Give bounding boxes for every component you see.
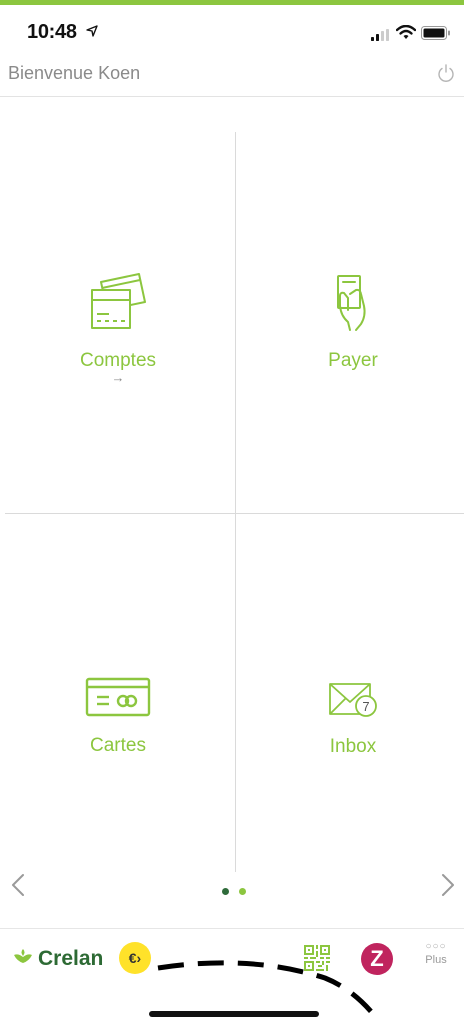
menu-grid: Comptes → Payer Cartes 7 Inbox bbox=[0, 97, 464, 897]
grid-divider-vertical bbox=[235, 132, 236, 872]
brand-name: Crelan bbox=[38, 947, 104, 970]
more-label: Plus bbox=[425, 954, 447, 966]
more-button[interactable]: ○○○ Plus bbox=[420, 941, 452, 966]
welcome-text: Bienvenue Koen bbox=[8, 63, 141, 83]
more-dots-icon: ○○○ bbox=[425, 941, 447, 952]
cards-icon bbox=[91, 273, 146, 329]
app-header: Bienvenue Koen bbox=[0, 55, 464, 97]
crelan-logo[interactable]: Crelan bbox=[12, 947, 103, 971]
tile-inbox[interactable]: 7 Inbox bbox=[238, 680, 464, 758]
battery-icon bbox=[421, 26, 450, 40]
location-arrow-icon bbox=[86, 25, 98, 37]
tile-comptes[interactable]: Comptes → bbox=[3, 272, 233, 385]
power-icon[interactable] bbox=[436, 63, 456, 83]
grid-divider-horizontal bbox=[5, 513, 464, 514]
tile-inbox-label: Inbox bbox=[329, 736, 377, 757]
wifi-icon bbox=[396, 25, 416, 39]
hand-card-icon bbox=[337, 275, 366, 331]
tile-payer[interactable]: Payer bbox=[238, 272, 464, 372]
page-dot-1[interactable] bbox=[222, 888, 229, 895]
tile-cartes-label: Cartes bbox=[90, 735, 146, 756]
status-bar: 10:48 bbox=[0, 5, 464, 55]
inbox-badge: 7 bbox=[362, 699, 369, 714]
chevron-left-icon[interactable] bbox=[11, 873, 25, 897]
signal-icon bbox=[371, 29, 389, 41]
arrow-right-icon: → bbox=[111, 370, 125, 385]
envelope-icon: 7 bbox=[329, 683, 377, 717]
tile-payer-label: Payer bbox=[328, 350, 378, 371]
page-dot-2[interactable] bbox=[239, 888, 246, 895]
wheat-icon bbox=[14, 949, 32, 969]
tile-comptes-label: Comptes bbox=[79, 350, 157, 371]
chevron-right-icon[interactable] bbox=[441, 873, 455, 897]
page-indicator bbox=[222, 888, 246, 895]
status-time: 10:48 bbox=[27, 21, 77, 43]
euro-transfer-button[interactable]: €› bbox=[119, 942, 151, 974]
home-indicator[interactable] bbox=[149, 1011, 319, 1017]
tile-cartes[interactable]: Cartes bbox=[3, 677, 233, 757]
credit-card-icon bbox=[85, 677, 151, 717]
